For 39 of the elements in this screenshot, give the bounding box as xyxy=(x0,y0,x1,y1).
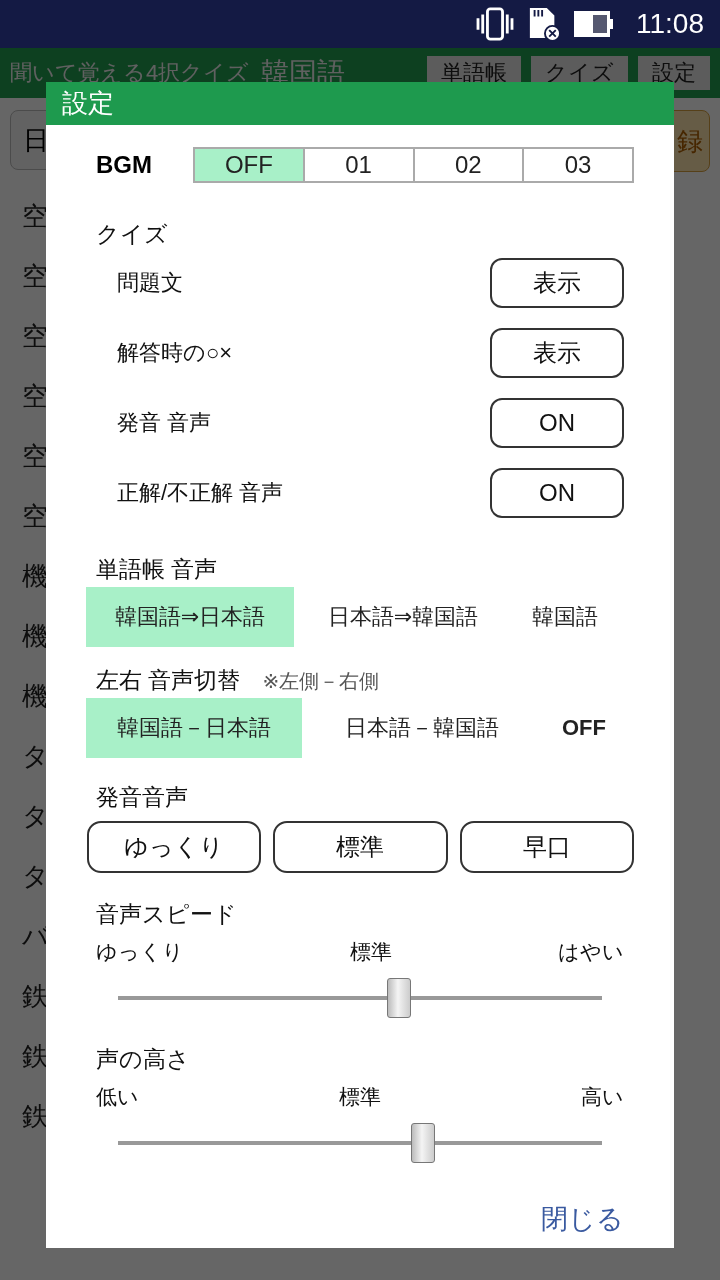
scale-label: 標準 xyxy=(339,1084,381,1110)
battery-icon xyxy=(574,11,614,37)
voice-button[interactable]: 標準 xyxy=(273,821,448,873)
toggle-button[interactable]: 表示 xyxy=(490,328,624,378)
scale-label: 高い xyxy=(581,1084,624,1110)
setting-label: 解答時の○× xyxy=(117,339,233,367)
option-button[interactable]: 韓国語⇒日本語 xyxy=(86,587,294,647)
bgm-option[interactable]: 01 xyxy=(302,147,415,183)
section-heading: 単語帳 音声 xyxy=(96,555,219,584)
toggle-button[interactable]: ON xyxy=(490,398,624,448)
section-heading: 声の高さ xyxy=(96,1045,191,1074)
note-text: ※左側－右側 xyxy=(262,669,380,694)
section-heading: 左右 音声切替 xyxy=(96,666,241,695)
section-heading: 音声スピード xyxy=(96,900,238,929)
setting-label: 正解/不正解 音声 xyxy=(117,479,284,507)
voice-button[interactable]: 早口 xyxy=(459,821,634,873)
slider-thumb[interactable] xyxy=(386,978,411,1018)
dialog-title: 設定 xyxy=(62,87,114,120)
setting-label: 発音 音声 xyxy=(117,409,212,437)
scale-label: はやい xyxy=(558,939,624,965)
voice-button[interactable]: ゆっくり xyxy=(87,821,262,873)
close-button[interactable]: 閉じる xyxy=(531,1197,634,1241)
bgm-label: BGM xyxy=(96,151,153,179)
scale-label: 低い xyxy=(96,1084,139,1110)
bgm-option[interactable]: 03 xyxy=(522,147,634,183)
toggle-button[interactable]: 表示 xyxy=(490,258,624,308)
section-heading: 発音音声 xyxy=(96,783,189,812)
section-heading: クイズ xyxy=(96,220,169,249)
toggle-button[interactable]: ON xyxy=(490,468,624,518)
sd-card-icon xyxy=(528,6,560,42)
option-button[interactable]: 韓国語－日本語 xyxy=(86,698,302,758)
bgm-option[interactable]: 02 xyxy=(412,147,525,183)
scale-label: 標準 xyxy=(350,939,392,965)
setting-label: 問題文 xyxy=(117,269,183,297)
slider-thumb[interactable] xyxy=(410,1123,435,1163)
bgm-option[interactable]: OFF xyxy=(193,147,305,183)
scale-label: ゆっくり xyxy=(96,939,184,965)
clock-time: 11:08 xyxy=(636,8,704,40)
vibrate-icon xyxy=(476,7,514,41)
